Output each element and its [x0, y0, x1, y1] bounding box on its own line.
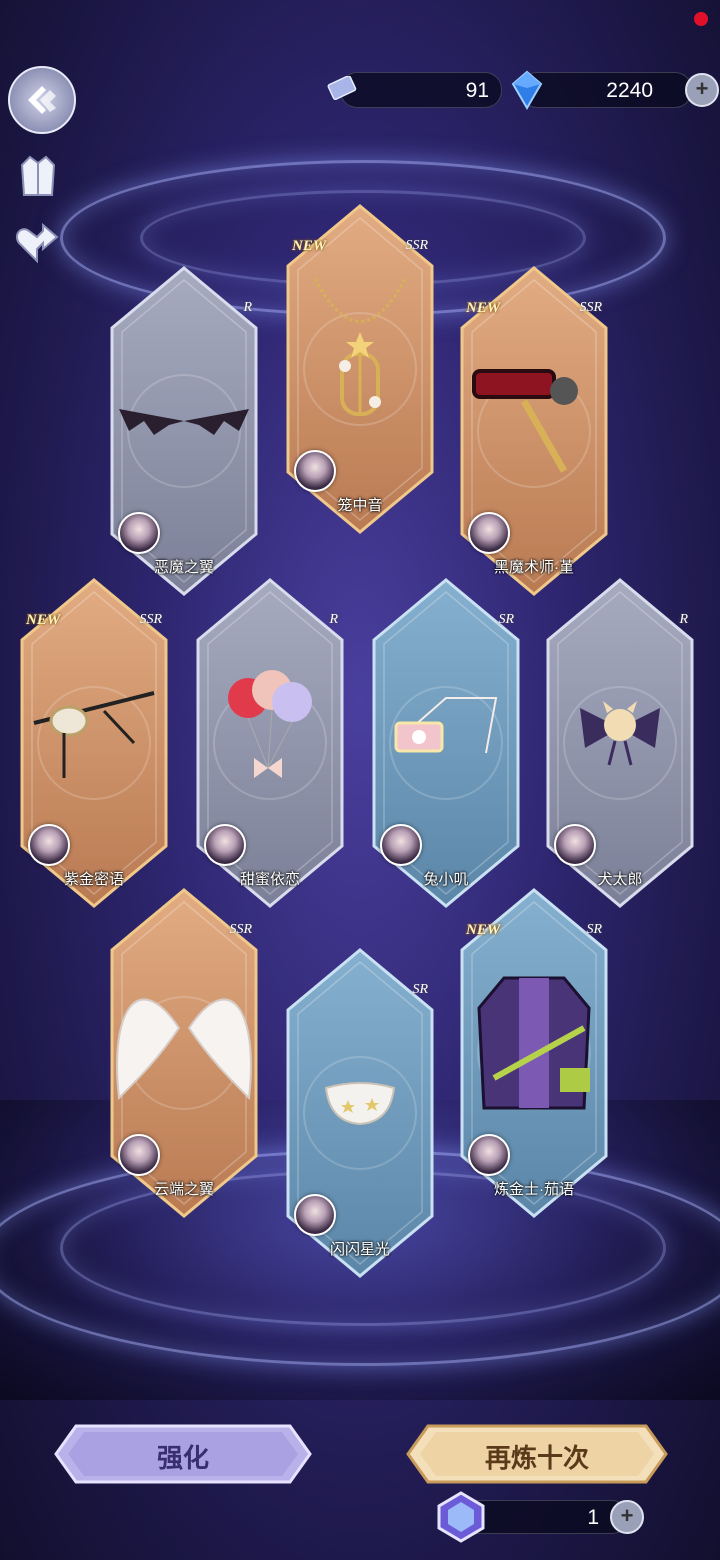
reward-card[interactable]: SR 闪闪星光: [282, 948, 438, 1278]
crystal-currency-bar: 2240: [520, 72, 692, 108]
avatar: [118, 512, 160, 554]
reward-card[interactable]: SR 兔小叽: [368, 578, 524, 908]
avatar: [468, 1134, 510, 1176]
item-name: 紫金密语: [63, 871, 124, 888]
new-badge: NEW: [26, 612, 61, 628]
item-name: 恶魔之翼: [153, 559, 214, 576]
item-name: 甜蜜依恋: [239, 871, 300, 888]
rarity-badge: SR: [586, 922, 602, 937]
reward-card[interactable]: R 甜蜜依恋: [192, 578, 348, 908]
new-badge: NEW: [292, 238, 327, 254]
refine-ten-label: 再炼十次: [484, 1443, 589, 1473]
avatar: [294, 450, 336, 492]
enhance-button[interactable]: 强化: [54, 1424, 312, 1484]
ticket-icon: [324, 75, 358, 107]
new-badge: NEW: [466, 300, 501, 316]
avatar: [294, 1194, 336, 1236]
new-badge: NEW: [466, 922, 501, 938]
avatar: [468, 512, 510, 554]
rarity-badge: R: [679, 612, 688, 627]
item-name: 炼金士·茄语: [494, 1181, 574, 1198]
rarity-badge: SSR: [405, 238, 428, 253]
eyepatch-chain-icon: [16, 648, 172, 818]
back-button[interactable]: [8, 66, 76, 134]
star-mask-icon: [282, 1018, 438, 1188]
add-crystals-button[interactable]: +: [685, 73, 719, 107]
reward-card[interactable]: R 恶魔之翼: [106, 266, 262, 596]
balloons-icon: [192, 648, 348, 818]
rarity-badge: SSR: [579, 300, 602, 315]
rarity-badge: SR: [412, 982, 428, 997]
rarity-badge: SR: [498, 612, 514, 627]
reward-card[interactable]: NEW SSR 紫金密语: [16, 578, 172, 908]
rarity-badge: SSR: [229, 922, 252, 937]
dog-bow-icon: [542, 648, 698, 818]
item-name: 闪闪星光: [329, 1241, 390, 1258]
back-arrow-icon: [28, 86, 56, 114]
avatar: [28, 824, 70, 866]
notification-dot: [694, 12, 708, 26]
enhance-label: 强化: [156, 1443, 209, 1473]
alchemist-coat-icon: [456, 958, 612, 1128]
heart-share-icon: [15, 222, 59, 264]
cage-necklace-icon: [282, 274, 438, 444]
avatar: [554, 824, 596, 866]
share-button[interactable]: [12, 220, 64, 268]
token-count: 1: [587, 1506, 599, 1529]
reward-card[interactable]: R 犬太郎: [542, 578, 698, 908]
avatar: [204, 824, 246, 866]
refine-ten-button[interactable]: 再炼十次: [406, 1424, 668, 1484]
item-name: 云端之翼: [153, 1181, 214, 1198]
reward-card[interactable]: NEW SR 炼金士·茄语: [456, 888, 612, 1218]
avatar: [118, 1134, 160, 1176]
reward-card[interactable]: SSR 云端之翼: [106, 888, 262, 1218]
item-name: 犬太郎: [597, 871, 643, 888]
magician-hat-wand-icon: [456, 336, 612, 506]
ticket-currency-bar: 91: [340, 72, 502, 108]
reward-card[interactable]: NEW SSR 笼中音: [282, 204, 438, 534]
crystal-count: 2240: [606, 79, 653, 102]
rarity-badge: SSR: [139, 612, 162, 627]
item-name: 黑魔术师·堇: [494, 559, 574, 576]
rarity-badge: R: [329, 612, 338, 627]
rarity-badge: R: [243, 300, 252, 315]
bat-wings-icon: [106, 336, 262, 506]
item-name: 笼中音: [337, 497, 383, 514]
item-name: 兔小叽: [423, 871, 469, 888]
outfit-button[interactable]: [16, 152, 60, 200]
add-token-button[interactable]: +: [610, 1500, 644, 1534]
angel-wings-icon: [106, 958, 262, 1128]
avatar: [380, 824, 422, 866]
rabbit-pouch-icon: [368, 648, 524, 818]
jacket-icon: [20, 155, 56, 196]
ticket-count: 91: [465, 79, 489, 102]
crystal-icon: [510, 70, 544, 115]
refine-token-icon: [434, 1490, 488, 1549]
reward-card[interactable]: NEW SSR 黑魔术师·堇: [456, 266, 612, 596]
